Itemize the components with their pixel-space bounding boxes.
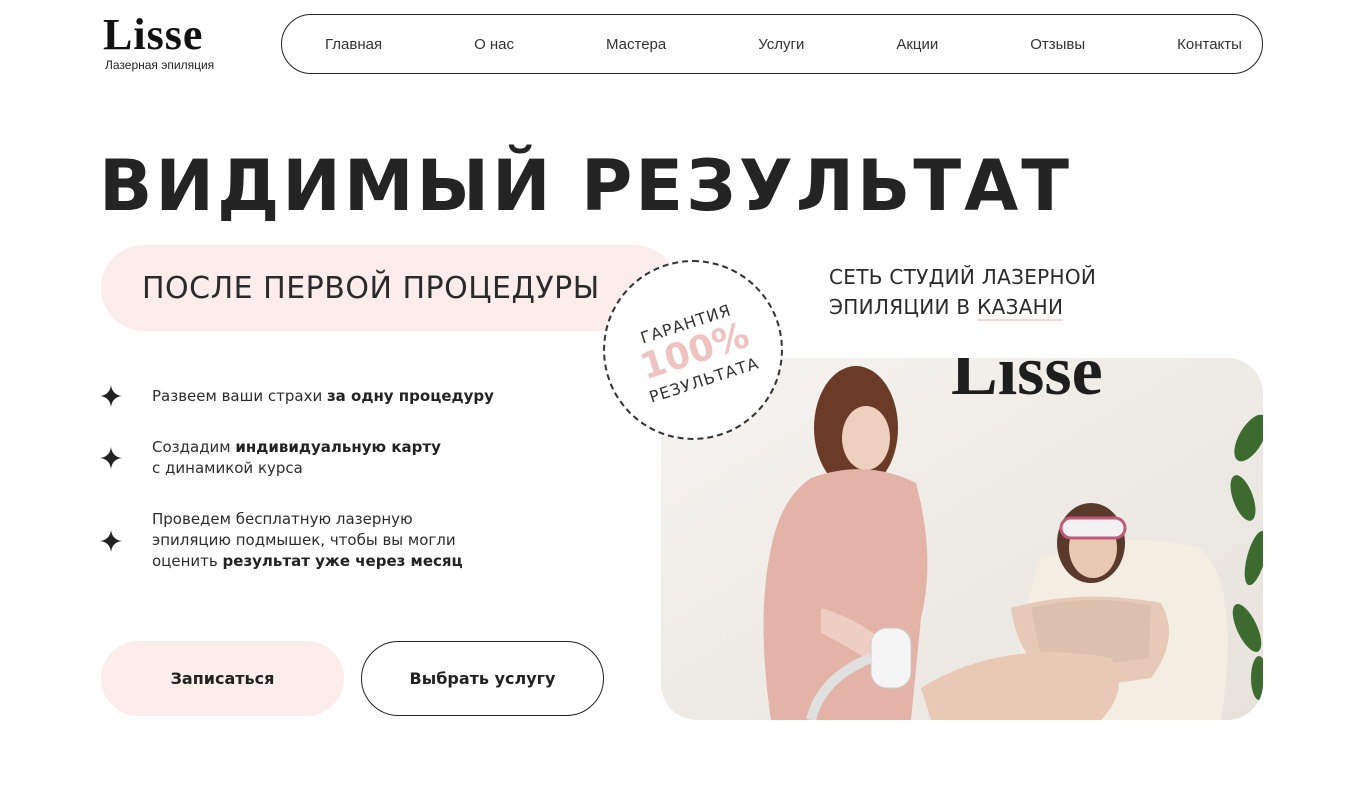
subtitle-line-2: ЭПИЛЯЦИИ В КАЗАНИ [829, 292, 1096, 322]
brand-logo[interactable]: Lisse Лазерная эпиляция [103, 10, 243, 73]
feature-text-normal: Развеем ваши страхи [152, 386, 327, 405]
main-navigation: Главная О нас Мастера Услуги Акции Отзыв… [281, 14, 1263, 74]
hero-headline: ВИДИМЫЙ РЕЗУЛЬТАТ [99, 145, 1072, 227]
signup-button[interactable]: Записаться [101, 641, 344, 716]
feature-text-bold: за одну процедуру [326, 386, 494, 405]
feature-text-normal: Создадим [152, 438, 236, 456]
subtitle-city: КАЗАНИ [977, 295, 1064, 321]
sparkle-star-icon [100, 385, 122, 407]
subtitle-line-2-prefix: ЭПИЛЯЦИИ В [829, 295, 978, 319]
client-goggles [1059, 516, 1127, 540]
feature-item: Развеем ваши страхи за одну процедуру [100, 385, 494, 407]
nav-item-promotions[interactable]: Акции [896, 36, 938, 53]
laser-handpiece [870, 627, 912, 689]
feature-text-tail: с динамикой курса [152, 459, 303, 477]
subtitle-line-1: СЕТЬ СТУДИЙ ЛАЗЕРНОЙ [829, 265, 1097, 289]
feature-text: Проведем бесплатную лазерную эпиляцию по… [152, 509, 472, 572]
nav-item-services[interactable]: Услуги [758, 36, 804, 53]
logo-wordmark: Lisse [103, 10, 204, 59]
wall-logo-text: Lisse [951, 358, 1103, 410]
hero-subtitle: СЕТЬ СТУДИЙ ЛАЗЕРНОЙ ЭПИЛЯЦИИ В КАЗАНИ [829, 262, 1096, 322]
guarantee-badge: ГАРАНТИЯ 100% РЕЗУЛЬТАТА [603, 260, 783, 440]
nav-item-home[interactable]: Главная [325, 36, 382, 53]
hero-pill-text: ПОСЛЕ ПЕРВОЙ ПРОЦЕДУРЫ [142, 271, 600, 306]
feature-item: Создадим индивидуальную карту с динамикой… [100, 437, 441, 479]
feature-text-bold: результат уже через месяц [222, 552, 463, 570]
nav-item-contacts[interactable]: Контакты [1177, 36, 1242, 53]
feature-text: Создадим индивидуальную карту с динамикой… [152, 437, 441, 479]
feature-item: Проведем бесплатную лазерную эпиляцию по… [100, 509, 472, 572]
feature-text-bold: индивидуальную карту [235, 438, 441, 456]
nav-item-masters[interactable]: Мастера [606, 36, 666, 53]
nav-item-about[interactable]: О нас [474, 36, 514, 53]
choose-service-button[interactable]: Выбрать услугу [361, 641, 604, 716]
logo-tagline: Лазерная эпиляция [105, 58, 215, 72]
practitioner-face [842, 406, 890, 470]
nav-item-reviews[interactable]: Отзывы [1030, 36, 1085, 53]
feature-text: Развеем ваши страхи за одну процедуру [152, 386, 494, 407]
sparkle-star-icon [100, 529, 122, 552]
sparkle-star-icon [100, 447, 122, 469]
